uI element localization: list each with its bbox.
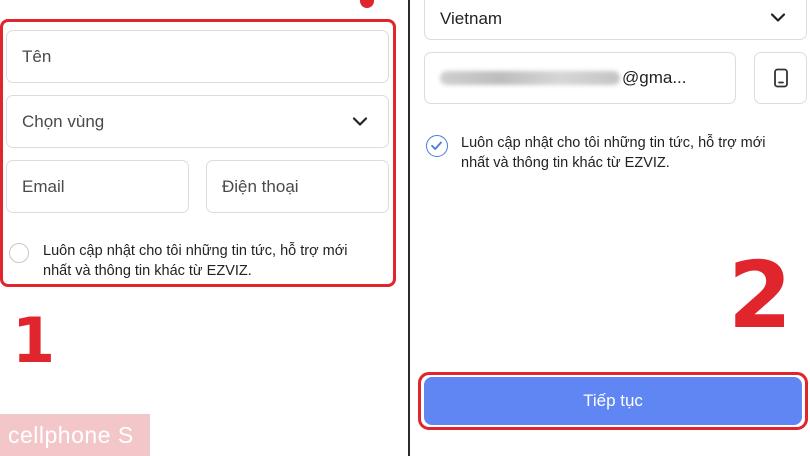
email-placeholder: Email (22, 176, 65, 196)
consent-line-1: Luôn cập nhật cho tôi những tin tức, hỗ … (43, 243, 348, 259)
continue-button[interactable]: Tiếp tục (424, 377, 802, 425)
redacted-email-prefix (440, 71, 620, 85)
cellphones-watermark: cellphone S (0, 414, 150, 456)
step-number-1: 1 (12, 304, 56, 377)
region-placeholder: Chọn vùng (22, 111, 105, 131)
watermark-text: cellphone S (8, 421, 134, 448)
consent-text: Luôn cập nhật cho tôi những tin tức, hỗ … (43, 241, 347, 281)
left-registration-panel: Tên Chọn vùng Email Điện thoại Luôn cập … (0, 0, 408, 456)
name-placeholder: Tên (22, 46, 52, 66)
consent-checkbox-checked[interactable] (426, 135, 448, 157)
consent-line-2: nhất và thông tin khác từ EZVIZ. (43, 263, 252, 279)
consent-checkbox-unchecked[interactable] (9, 243, 29, 263)
consent-line-1: Luôn cập nhật cho tôi những tin tức, hỗ … (461, 135, 766, 151)
name-field[interactable]: Tên (6, 30, 389, 83)
phone-device-icon (773, 68, 788, 88)
email-value: @gma... (622, 68, 687, 87)
chevron-down-icon (770, 12, 786, 22)
phone-placeholder: Điện thoại (222, 176, 299, 196)
region-select-filled[interactable]: Vietnam (424, 0, 807, 40)
highlight-mark (360, 0, 374, 8)
step-number-2: 2 (728, 242, 793, 349)
email-field-filled[interactable]: @gma... (424, 52, 736, 104)
consent-text-right: Luôn cập nhật cho tôi những tin tức, hỗ … (461, 133, 765, 173)
check-circle-icon (431, 141, 442, 150)
switch-to-phone-button[interactable] (754, 52, 807, 104)
region-select[interactable]: Chọn vùng (6, 95, 389, 148)
phone-field[interactable]: Điện thoại (206, 160, 389, 213)
consent-line-2: nhất và thông tin khác từ EZVIZ. (461, 155, 670, 171)
chevron-down-icon (352, 116, 368, 126)
email-field[interactable]: Email (6, 160, 189, 213)
region-value: Vietnam (440, 8, 503, 28)
